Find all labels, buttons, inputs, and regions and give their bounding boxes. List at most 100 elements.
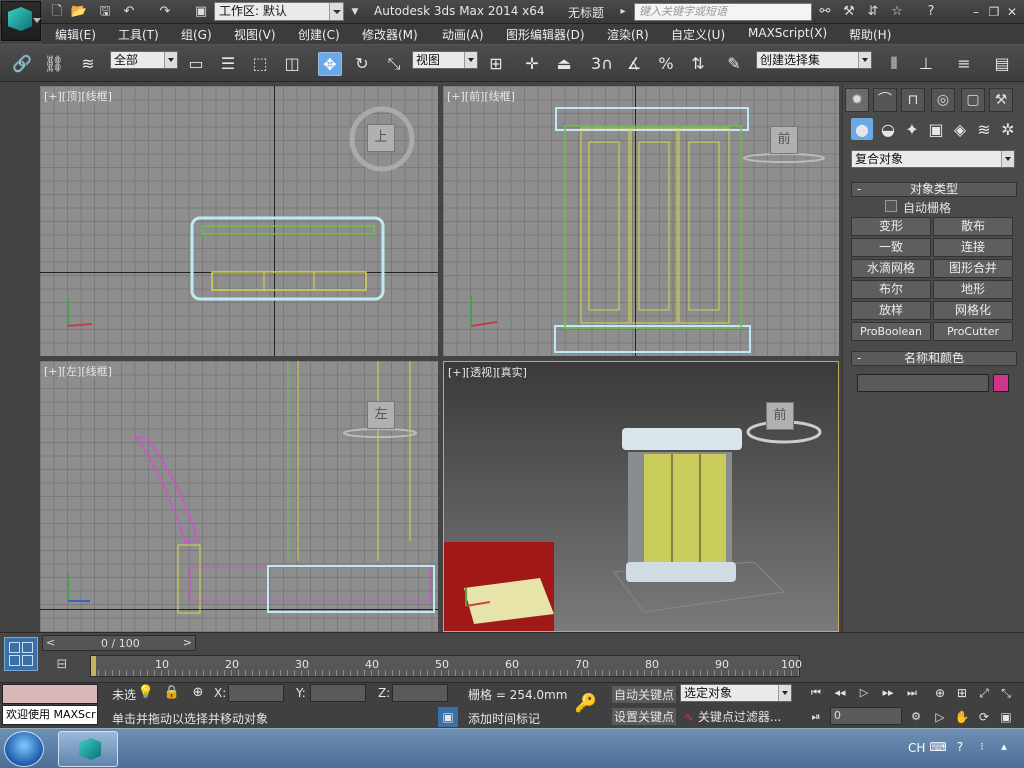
modify-tab-icon[interactable]: ⌒ [873,88,897,112]
procutter-button[interactable]: ProCutter [933,322,1013,341]
zoom-icon[interactable]: ⊕ [930,683,950,703]
select-object-icon[interactable]: ▭ [184,52,208,76]
motion-tab-icon[interactable]: ◎ [931,88,955,112]
selection-lock-icon[interactable]: 🔒 [162,683,182,703]
current-frame-input[interactable]: 0 [830,707,902,725]
keyboard-icon[interactable]: ⌨ [928,737,948,757]
viewcube-left[interactable]: 左 [367,401,395,429]
select-and-rotate-icon[interactable]: ↻ [350,52,374,76]
proboolean-button[interactable]: ProBoolean [851,322,931,341]
open-file-icon[interactable]: 📂 [70,3,88,21]
boolean-button[interactable]: 布尔 [851,280,931,299]
orbit-icon[interactable]: ⟳ [974,707,994,727]
help-icon[interactable]: ? [922,3,940,21]
reference-coordinate-dropdown[interactable]: 视图 [412,51,478,69]
communication-icon[interactable]: ⇵ [864,3,882,21]
select-and-scale-icon[interactable]: ⤡ [382,52,406,76]
taskbar-3dsmax-button[interactable] [58,731,118,767]
play-icon[interactable]: ▷ [854,683,874,703]
input-language[interactable]: CH [908,741,925,755]
terrain-button[interactable]: 地形 [933,280,1013,299]
object-type-rollout-header[interactable]: - 对象类型 [851,182,1017,197]
named-selection-set-dropdown[interactable]: 创建选择集 [756,51,872,69]
set-key-button[interactable]: 设置关键点 [612,708,677,725]
menu-maxscript[interactable]: MAXScript(X) [748,26,827,40]
maxscript-listener-mini[interactable] [2,684,98,704]
menu-modifiers[interactable]: 修改器(M) [362,26,418,43]
space-warps-icon[interactable]: ≋ [973,118,995,140]
spinner-snap-icon[interactable]: ⇅ [686,52,710,76]
field-of-view-icon[interactable]: ▷ [930,707,950,727]
binoculars-icon[interactable]: ⚯ [816,3,834,21]
go-to-end-icon[interactable]: ⏭ [902,683,922,703]
save-file-icon[interactable]: 🖫 [96,3,114,21]
help-icon[interactable]: ? [950,737,970,757]
geometry-icon[interactable]: ● [851,118,873,140]
display-tab-icon[interactable]: ▢ [961,88,985,112]
object-category-dropdown[interactable]: 复合对象 [851,150,1015,168]
subscription-icon[interactable]: ⚒ [840,3,858,21]
bind-space-warp-icon[interactable]: ≋ [76,52,100,76]
zoom-all-icon[interactable]: ⊞ [952,683,972,703]
redo-icon[interactable]: ↷ [156,3,174,21]
menu-help[interactable]: 帮助(H) [849,26,891,43]
start-button[interactable] [4,731,44,767]
create-tab-icon[interactable]: ✹ [845,88,869,112]
zoom-extents-all-icon[interactable]: ⤡ [996,683,1016,703]
time-configuration-icon[interactable]: ⚙ [906,707,926,727]
percent-snap-icon[interactable]: % [654,52,678,76]
infocenter-search-input[interactable]: 键入关键字或短语 [634,3,812,21]
menu-customize[interactable]: 自定义(U) [671,26,725,43]
connect-button[interactable]: 连接 [933,238,1013,257]
absolute-mode-icon[interactable]: ⊕ [188,683,208,703]
graphite-ribbon-icon[interactable]: ▤ [990,52,1014,76]
viewcube-front[interactable]: 前 [770,126,798,154]
rectangular-selection-icon[interactable]: ⬚ [248,52,272,76]
new-file-icon[interactable]: 🗋 [48,3,66,21]
key-mode-toggle-icon[interactable]: ⏯ [806,707,826,727]
systems-icon[interactable]: ✲ [997,118,1019,140]
window-crossing-icon[interactable]: ◫ [280,52,304,76]
morph-button[interactable]: 变形 [851,217,931,236]
set-key-icon[interactable]: 🔑 [568,689,604,719]
selection-filter-dropdown[interactable]: 全部 [110,51,178,69]
menu-edit[interactable]: 编辑(E) [55,26,96,43]
edit-named-selection-icon[interactable]: ✎ [722,52,746,76]
angle-snap-icon[interactable]: ∡ [622,52,646,76]
maximize-viewport-icon[interactable]: ▣ [996,707,1016,727]
cameras-icon[interactable]: ▣ [925,118,947,140]
conform-button[interactable]: 一致 [851,238,931,257]
time-marker[interactable] [91,656,96,676]
object-color-swatch[interactable] [993,374,1009,392]
unlink-icon[interactable]: ⛓ [42,52,66,76]
track-bar[interactable]: 10 20 30 40 50 60 70 80 90 100 [90,655,802,677]
previous-frame-icon[interactable]: ◂◂ [830,683,850,703]
mirror-icon[interactable]: ⫴ [882,52,906,76]
viewcube-top[interactable]: 上 [367,124,395,152]
link-icon[interactable]: 🔗 [10,52,34,76]
select-manipulate-icon[interactable]: ✛ [520,52,544,76]
menu-rendering[interactable]: 渲染(R) [607,26,649,43]
viewport-layout-icon[interactable] [4,637,38,671]
scatter-button[interactable]: 散布 [933,217,1013,236]
autogrid-checkbox[interactable] [885,200,897,212]
menu-graph-editors[interactable]: 图形编辑器(D) [506,26,585,43]
align-icon[interactable]: ⊥ [914,52,938,76]
pivot-center-icon[interactable]: ⊞ [484,52,508,76]
key-filters-button[interactable]: ∿ 关键点过滤器... [684,708,781,725]
time-slider-prev-icon[interactable]: < [46,636,55,649]
time-slider[interactable]: < 0 / 100 > [42,635,196,651]
close-icon[interactable]: ✕ [1004,4,1020,20]
select-by-name-icon[interactable]: ☰ [216,52,240,76]
go-to-start-icon[interactable]: ⏮ [806,683,826,703]
loft-button[interactable]: 放样 [851,301,931,320]
zoom-extents-icon[interactable]: ⤢ [974,683,994,703]
maxscript-input[interactable]: 欢迎使用 MAXScr [2,705,98,725]
object-name-input[interactable] [857,374,989,392]
menu-group[interactable]: 组(G) [181,26,212,43]
next-frame-icon[interactable]: ▸▸ [878,683,898,703]
tray-expand-icon[interactable]: ▴ [994,737,1014,757]
layer-manager-icon[interactable]: ≡ [952,52,976,76]
menu-animation[interactable]: 动画(A) [442,26,484,43]
shapes-icon[interactable]: ◒ [877,118,899,140]
